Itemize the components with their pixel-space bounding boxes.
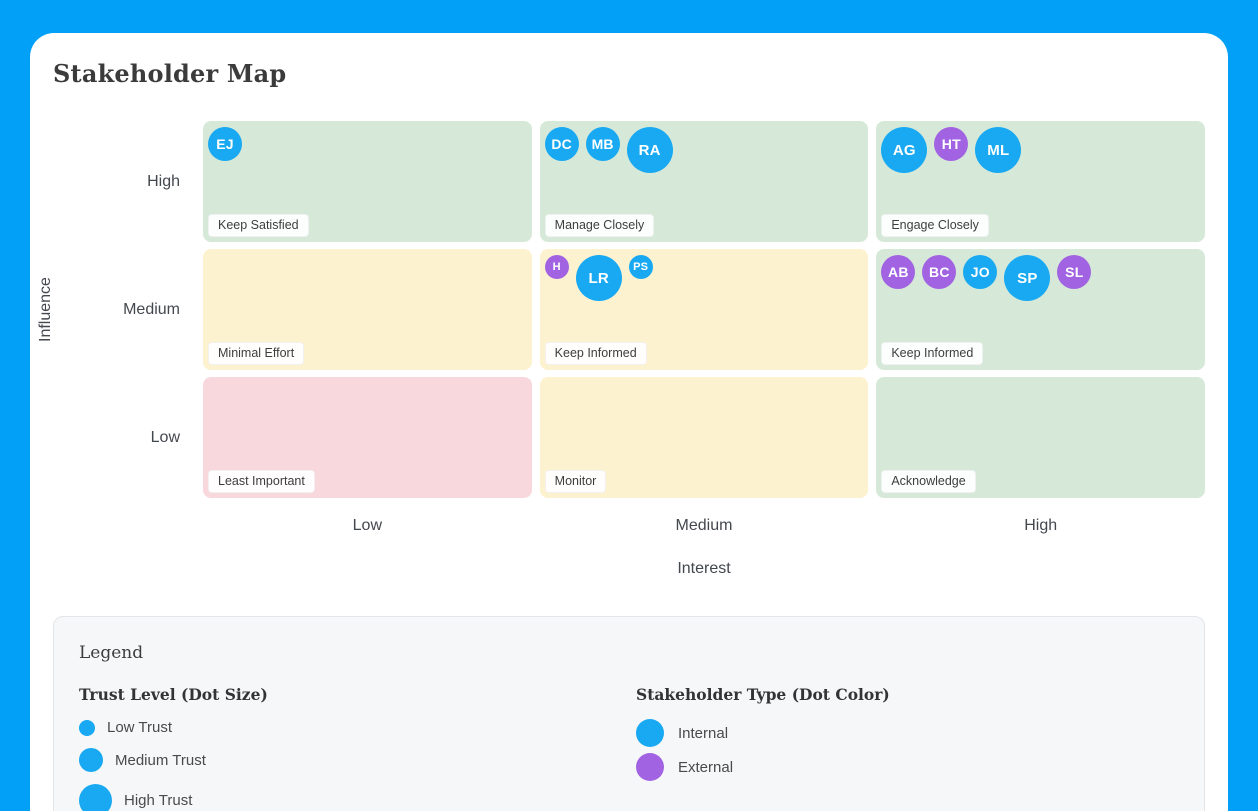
quadrant-cell-low-medium[interactable]: Monitor bbox=[540, 377, 869, 498]
col-label-medium: Medium bbox=[540, 505, 869, 539]
legend-item-label: High Trust bbox=[124, 792, 192, 809]
stakeholder-dot[interactable]: BC bbox=[922, 255, 956, 289]
legend-trust-section: Trust Level (Dot Size) Low Trust Medium … bbox=[79, 685, 636, 811]
stakeholder-dot[interactable]: MB bbox=[586, 127, 620, 161]
trust-level-heading: Trust Level (Dot Size) bbox=[79, 685, 636, 704]
dot-cluster: DCMBRA bbox=[545, 127, 863, 173]
stakeholder-dot[interactable]: SL bbox=[1057, 255, 1091, 289]
legend-item-medium-trust: Medium Trust bbox=[79, 748, 636, 772]
stakeholder-type-heading: Stakeholder Type (Dot Color) bbox=[636, 685, 890, 704]
col-label-low: Low bbox=[203, 505, 532, 539]
low-trust-dot-icon bbox=[79, 720, 95, 736]
quadrant-cell-high-low[interactable]: EJ Keep Satisfied bbox=[203, 121, 532, 242]
legend-item-label: Medium Trust bbox=[115, 752, 206, 769]
quadrant-label: Keep Informed bbox=[545, 342, 647, 365]
stakeholder-dot[interactable]: JO bbox=[963, 255, 997, 289]
quadrant-cell-low-high[interactable]: Acknowledge bbox=[876, 377, 1205, 498]
legend-panel: Legend Trust Level (Dot Size) Low Trust … bbox=[53, 616, 1205, 811]
quadrant-cell-low-low[interactable]: Least Important bbox=[203, 377, 532, 498]
internal-dot-icon bbox=[636, 719, 664, 747]
legend-title: Legend bbox=[79, 643, 1179, 663]
stakeholder-dot[interactable]: HT bbox=[934, 127, 968, 161]
stakeholder-dot[interactable]: H bbox=[545, 255, 569, 279]
quadrant-label: Engage Closely bbox=[881, 214, 989, 237]
y-axis-title: Influence bbox=[37, 121, 55, 498]
stakeholder-map-card: Stakeholder Map Influence High EJ Keep S… bbox=[30, 33, 1228, 811]
stakeholder-dot[interactable]: SP bbox=[1004, 255, 1050, 301]
stakeholder-dot[interactable]: AB bbox=[881, 255, 915, 289]
stakeholder-dot[interactable]: EJ bbox=[208, 127, 242, 161]
quadrant-label: Monitor bbox=[545, 470, 607, 493]
quadrant-cell-high-medium[interactable]: DCMBRA Manage Closely bbox=[540, 121, 869, 242]
medium-trust-dot-icon bbox=[79, 748, 103, 772]
dot-cluster: H LR PS bbox=[545, 255, 863, 301]
stakeholder-dot[interactable]: ML bbox=[975, 127, 1021, 173]
quadrant-label: Keep Satisfied bbox=[208, 214, 309, 237]
row-label-high: High bbox=[53, 121, 195, 242]
stakeholder-matrix: Influence High EJ Keep Satisfied DCMBRA … bbox=[53, 121, 1205, 584]
legend-item-low-trust: Low Trust bbox=[79, 719, 636, 736]
quadrant-cell-high-high[interactable]: AGHTML Engage Closely bbox=[876, 121, 1205, 242]
dot-cluster: ABBCJOSPSL bbox=[881, 255, 1199, 301]
quadrant-label: Manage Closely bbox=[545, 214, 655, 237]
legend-item-label: Low Trust bbox=[107, 719, 172, 736]
page-background: { "title": "Stakeholder Map", "axes": { … bbox=[0, 0, 1258, 811]
x-axis-spacer bbox=[53, 505, 195, 539]
page-title: Stakeholder Map bbox=[53, 59, 1205, 88]
quadrant-cell-medium-medium[interactable]: H LR PS Keep Informed bbox=[540, 249, 869, 370]
dot-cluster: AGHTML bbox=[881, 127, 1199, 173]
legend-item-external: External bbox=[636, 753, 890, 781]
quadrant-label: Acknowledge bbox=[881, 470, 975, 493]
stakeholder-dot[interactable]: DC bbox=[545, 127, 579, 161]
stakeholder-dot[interactable]: RA bbox=[627, 127, 673, 173]
quadrant-label: Keep Informed bbox=[881, 342, 983, 365]
high-trust-dot-icon bbox=[79, 784, 112, 811]
legend-type-section: Stakeholder Type (Dot Color) Internal Ex… bbox=[636, 685, 890, 811]
quadrant-cell-medium-low[interactable]: Minimal Effort bbox=[203, 249, 532, 370]
quadrant-label: Least Important bbox=[208, 470, 315, 493]
row-label-medium: Medium bbox=[53, 249, 195, 370]
x-axis-title: Interest bbox=[203, 546, 1205, 584]
stakeholder-dot[interactable]: LR bbox=[576, 255, 622, 301]
quadrant-label: Minimal Effort bbox=[208, 342, 304, 365]
x-axis-spacer bbox=[53, 546, 195, 584]
stakeholder-dot[interactable]: AG bbox=[881, 127, 927, 173]
legend-item-label: Internal bbox=[678, 725, 728, 742]
col-label-high: High bbox=[876, 505, 1205, 539]
row-label-low: Low bbox=[53, 377, 195, 498]
legend-item-internal: Internal bbox=[636, 719, 890, 747]
legend-item-label: External bbox=[678, 759, 733, 776]
external-dot-icon bbox=[636, 753, 664, 781]
stakeholder-dot[interactable]: PS bbox=[629, 255, 653, 279]
legend-item-high-trust: High Trust bbox=[79, 784, 636, 811]
dot-cluster: EJ bbox=[208, 127, 526, 161]
legend-columns: Trust Level (Dot Size) Low Trust Medium … bbox=[79, 685, 1179, 811]
quadrant-cell-medium-high[interactable]: ABBCJOSPSL Keep Informed bbox=[876, 249, 1205, 370]
